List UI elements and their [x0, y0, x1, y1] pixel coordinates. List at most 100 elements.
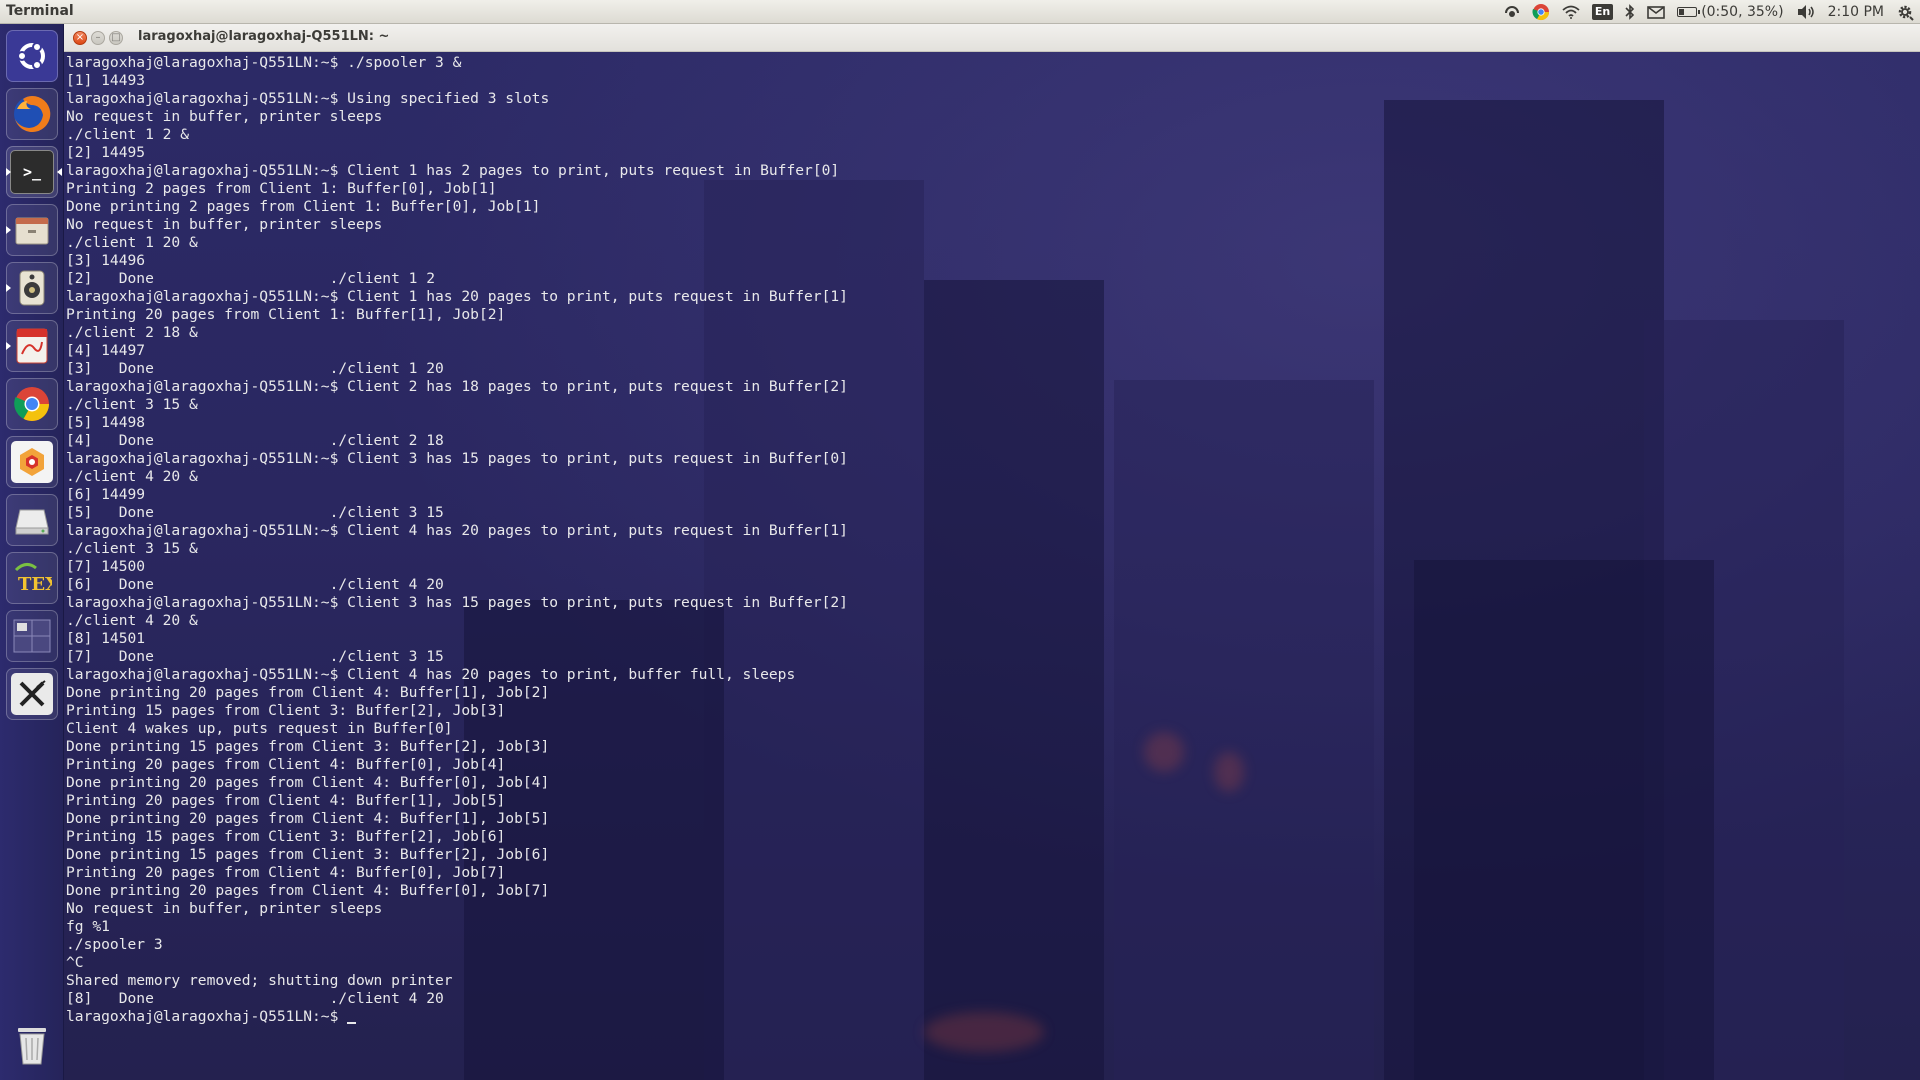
active-indicator	[57, 168, 62, 176]
wifi-icon[interactable]	[1562, 0, 1580, 24]
launcher-terminal[interactable]: >_	[6, 146, 62, 198]
terminal-prompt: laragoxhaj@laragoxhaj-Q551LN:~$	[66, 1008, 348, 1025]
close-button[interactable]: ×	[73, 31, 87, 45]
chrome-icon	[11, 383, 53, 425]
terminal-line: [2] 14495	[66, 144, 146, 161]
xsession-icon	[11, 673, 53, 715]
indicator-area: En (0:50, 35%) 2:10 PM	[1504, 0, 1920, 24]
terminal-line: ./client 3 15 &	[66, 396, 198, 413]
launcher-texmaker[interactable]: TEX	[6, 552, 58, 604]
svg-text:TEX: TEX	[18, 574, 52, 595]
running-indicator	[6, 168, 11, 176]
terminal-line: ./client 4 20 &	[66, 468, 198, 485]
launcher-trash[interactable]	[6, 1018, 58, 1070]
terminal-line: laragoxhaj@laragoxhaj-Q551LN:~$ ./spoole…	[66, 54, 462, 71]
terminal-line: [6] Done ./client 4 20	[66, 576, 444, 593]
terminal-line: ^C	[66, 954, 84, 971]
terminal-line: ./client 2 18 &	[66, 324, 198, 341]
terminal-line: [8] Done ./client 4 20	[66, 990, 444, 1007]
terminal-line: [8] 14501	[66, 630, 146, 647]
terminal-line: Done printing 20 pages from Client 4: Bu…	[66, 882, 550, 899]
terminal-line: [6] 14499	[66, 486, 146, 503]
launcher: >_ TEX	[0, 24, 64, 1080]
terminal-line: laragoxhaj@laragoxhaj-Q551LN:~$ Client 4…	[66, 666, 796, 683]
top-panel: Terminal En (0:50, 35%) 2:10 PM	[0, 0, 1920, 24]
maximize-button[interactable]: □	[109, 31, 123, 45]
terminal-line: [3] 14496	[66, 252, 146, 269]
launcher-xsession[interactable]	[6, 668, 58, 720]
close-icon: ×	[75, 32, 85, 43]
terminal-line: Done printing 20 pages from Client 4: Bu…	[66, 810, 550, 827]
terminal-line: fg %1	[66, 918, 110, 935]
launcher-chrome[interactable]	[6, 378, 58, 430]
maximize-icon: □	[111, 32, 121, 43]
app-title: Terminal	[6, 3, 74, 19]
texmaker-icon: TEX	[11, 557, 53, 599]
terminal-prompt-line[interactable]: laragoxhaj@laragoxhaj-Q551LN:~$	[66, 1008, 1920, 1026]
terminal-icon: >_	[10, 150, 54, 194]
terminal-cursor	[347, 1022, 357, 1024]
terminal-line: [4] Done ./client 2 18	[66, 432, 444, 449]
battery-level	[1679, 9, 1685, 15]
running-indicator	[6, 284, 11, 292]
terminal-line: laragoxhaj@laragoxhaj-Q551LN:~$ Using sp…	[66, 90, 550, 107]
window-title: laragoxhaj@laragoxhaj-Q551LN: ~	[138, 29, 390, 44]
terminal-line: Printing 20 pages from Client 1: Buffer[…	[66, 306, 506, 323]
mail-icon[interactable]	[1647, 0, 1665, 24]
terminal-window: × – □ laragoxhaj@laragoxhaj-Q551LN: ~ la…	[64, 24, 1920, 1080]
terminal-line: [5] 14498	[66, 414, 146, 431]
launcher-speaker-app[interactable]	[6, 262, 58, 314]
terminal-line: [7] 14500	[66, 558, 146, 575]
software-center-icon	[11, 441, 53, 483]
running-indicator	[6, 342, 11, 350]
speaker-app-icon	[11, 267, 53, 309]
terminal-line: ./client 4 20 &	[66, 612, 198, 629]
launcher-software-center[interactable]	[6, 436, 58, 488]
terminal-output[interactable]: laragoxhaj@laragoxhaj-Q551LN:~$ ./spoole…	[66, 54, 1920, 1080]
terminal-line: Printing 20 pages from Client 4: Buffer[…	[66, 792, 506, 809]
running-indicator	[6, 226, 11, 234]
document-viewer-icon	[11, 325, 53, 367]
clock[interactable]: 2:10 PM	[1828, 0, 1884, 24]
minimize-button[interactable]: –	[91, 31, 105, 45]
launcher-files[interactable]	[6, 204, 58, 256]
terminal-line: Printing 2 pages from Client 1: Buffer[0…	[66, 180, 497, 197]
terminal-line: Printing 15 pages from Client 3: Buffer[…	[66, 702, 506, 719]
terminal-line: laragoxhaj@laragoxhaj-Q551LN:~$ Client 3…	[66, 450, 848, 467]
terminal-line: [2] Done ./client 1 2	[66, 270, 436, 287]
terminal-line: laragoxhaj@laragoxhaj-Q551LN:~$ Client 4…	[66, 522, 848, 539]
terminal-line: [1] 14493	[66, 72, 146, 89]
window-titlebar[interactable]: × – □ laragoxhaj@laragoxhaj-Q551LN: ~	[64, 24, 1920, 52]
terminal-line: [4] 14497	[66, 342, 146, 359]
terminal-line: ./client 1 20 &	[66, 234, 198, 251]
terminal-line: No request in buffer, printer sleeps	[66, 108, 383, 125]
launcher-firefox[interactable]	[6, 88, 58, 140]
battery-indicator[interactable]: (0:50, 35%)	[1677, 0, 1784, 24]
terminal-line: Done printing 20 pages from Client 4: Bu…	[66, 684, 550, 701]
terminal-line: Done printing 2 pages from Client 1: Buf…	[66, 198, 541, 215]
chrome-tray-icon[interactable]	[1532, 0, 1550, 24]
terminal-line: Printing 20 pages from Client 4: Buffer[…	[66, 864, 506, 881]
trash-icon	[18, 1028, 46, 1065]
terminal-line: ./spooler 3	[66, 936, 163, 953]
terminal-line: No request in buffer, printer sleeps	[66, 216, 383, 233]
launcher-workspace-switcher[interactable]	[6, 610, 58, 662]
gear-icon[interactable]	[1896, 0, 1914, 24]
terminal-line: ./client 3 15 &	[66, 540, 198, 557]
firefox-icon	[11, 93, 53, 135]
terminal-line: Done printing 20 pages from Client 4: Bu…	[66, 774, 550, 791]
launcher-drive[interactable]	[6, 494, 58, 546]
ubuntu-dash-icon	[11, 35, 53, 77]
volume-icon[interactable]	[1796, 0, 1816, 24]
terminal-line: Shared memory removed; shutting down pri…	[66, 972, 453, 989]
bluetooth-icon[interactable]	[1625, 0, 1635, 24]
ubuntu-dash-button[interactable]	[6, 30, 58, 82]
terminal-line: Printing 15 pages from Client 3: Buffer[…	[66, 828, 506, 845]
launcher-document-viewer[interactable]	[6, 320, 58, 372]
terminal-line: Done printing 15 pages from Client 3: Bu…	[66, 846, 550, 863]
terminal-line: ./client 1 2 &	[66, 126, 190, 143]
terminal-line: [7] Done ./client 3 15	[66, 648, 444, 665]
sync-icon[interactable]	[1504, 0, 1520, 24]
keyboard-layout-indicator[interactable]: En	[1591, 0, 1614, 24]
terminal-line: [3] Done ./client 1 20	[66, 360, 444, 377]
